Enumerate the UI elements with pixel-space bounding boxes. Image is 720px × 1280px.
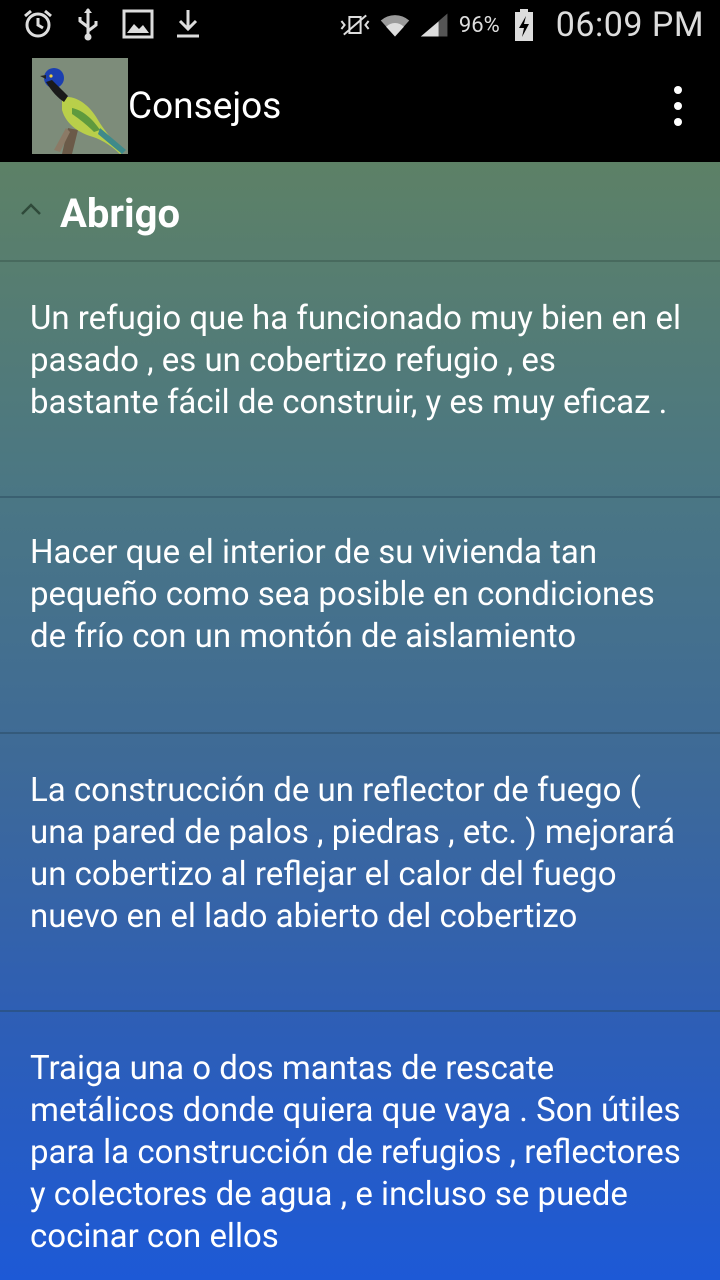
signal-icon [419,7,451,43]
action-bar: Consejos [0,50,720,162]
overflow-dot [674,102,682,110]
chevron-up-icon [21,203,41,215]
vibrate-mute-icon [339,7,371,43]
battery-charging-icon [508,7,540,43]
usb-icon [72,6,104,42]
list-item[interactable]: La construcción de un reflector de fuego… [0,734,720,1012]
overflow-dot [674,118,682,126]
overflow-dot [674,86,682,94]
overflow-menu-icon[interactable] [666,86,690,126]
list-item[interactable]: Traiga una o dos mantas de rescate metál… [0,1012,720,1280]
section-title: Abrigo [60,190,181,237]
bird-logo[interactable] [32,58,128,154]
alarm-icon [22,6,54,42]
list-item[interactable]: Un refugio que ha funcionado muy bien en… [0,262,720,498]
download-icon [172,6,204,42]
section-header-abrigo[interactable]: Abrigo [0,162,720,262]
status-bar: 96% 06:09 PM [0,0,720,50]
wifi-icon [379,7,411,43]
notification-icons [22,6,204,42]
tip-text: Hacer que el interior de su vivienda tan… [30,533,655,656]
status-clock: 06:09 PM [555,5,704,45]
tip-text: Un refugio que ha funcionado muy bien en… [30,299,681,422]
tip-text: La construcción de un reflector de fuego… [30,771,676,936]
battery-percentage: 96% [458,12,500,38]
list-item[interactable]: Hacer que el interior de su vivienda tan… [0,498,720,734]
app-title: Consejos [128,85,282,128]
system-status: 96% 06:09 PM [339,0,704,50]
image-icon [122,6,154,42]
tip-text: Traiga una o dos mantas de rescate metál… [30,1049,681,1256]
